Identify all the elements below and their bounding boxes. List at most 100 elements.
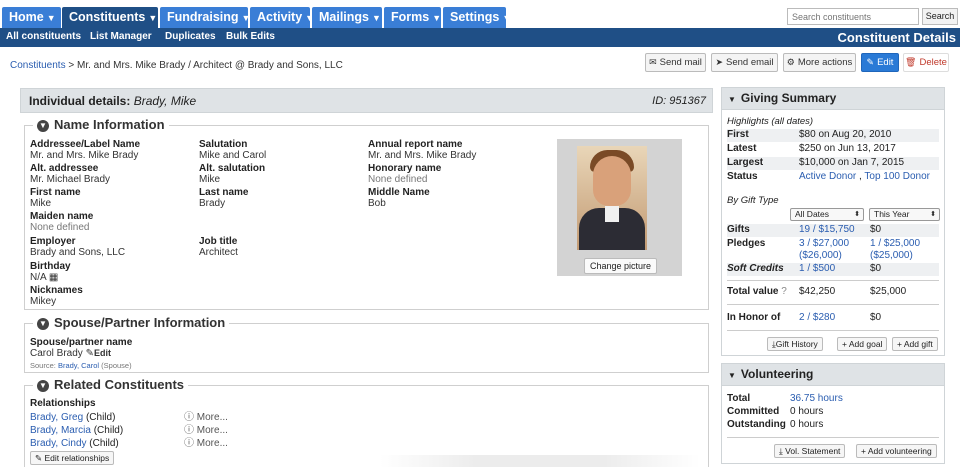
breadcrumb: Constituents > Mr. and Mrs. Mike Brady /… [10, 60, 343, 71]
spouse-source-link[interactable]: Brady, Carol [58, 361, 99, 370]
button-label: Send mail [659, 57, 702, 68]
tab-constituents[interactable]: Constituents ▼ [62, 7, 158, 28]
add-volunteering-button[interactable]: + Add volunteering [856, 444, 937, 458]
vol-statement-button[interactable]: ⤓ Vol. Statement [774, 444, 846, 458]
details-title: Individual details: Brady, Mike [29, 94, 196, 108]
field-value: None defined [30, 222, 90, 233]
select-value: All Dates [795, 209, 830, 219]
job-title-field: Job title Architect [199, 236, 238, 258]
add-goal-button[interactable]: + Add goal [837, 337, 888, 351]
vol-committed-row: Committed 0 hours [727, 406, 939, 419]
gifts-link[interactable]: 19 / $15,750 [799, 224, 855, 236]
soft-credits-link[interactable]: 1 / $500 [799, 263, 835, 275]
profile-photo [557, 139, 682, 276]
button-label: Gift History [775, 339, 818, 349]
row-label: Total value [727, 286, 779, 297]
edit-button[interactable]: ✎ Edit [861, 53, 899, 72]
row-label: Largest [727, 157, 764, 168]
change-picture-button[interactable]: Change picture [584, 258, 657, 274]
pledges-balance: ($26,000) [799, 250, 842, 261]
calendar-icon[interactable]: ▦ [49, 272, 58, 283]
field-label: Relationships [30, 398, 96, 409]
field-label: First name [30, 187, 81, 198]
add-gift-button[interactable]: + Add gift [892, 337, 938, 351]
tab-fundraising[interactable]: Fundraising ▼ [160, 7, 250, 28]
row-value: $80 on Aug 20, 2010 [799, 129, 892, 140]
spouse-edit-link[interactable]: Edit [94, 348, 111, 358]
tab-settings[interactable]: Settings ▼ [443, 7, 511, 28]
relationship-link[interactable]: Brady, Cindy [30, 438, 87, 449]
field-value: None defined [368, 174, 428, 185]
vol-total-link[interactable]: 36.75 hours [790, 393, 843, 405]
related-legend[interactable]: ▼ Related Constituents [33, 377, 189, 392]
field-value: Brady and Sons, LLC [30, 247, 126, 258]
breadcrumb-constituents-link[interactable]: Constituents [10, 60, 66, 71]
search-input[interactable] [787, 8, 919, 25]
subnav-duplicates[interactable]: Duplicates [165, 31, 216, 42]
row-value: $0 [870, 312, 882, 323]
in-honor-link[interactable]: 2 / $280 [799, 312, 835, 324]
spouse-legend[interactable]: ▼ Spouse/Partner Information [33, 315, 230, 330]
top-nav: Home ▼ Constituents ▼ Fundraising ▼ Activit… [0, 0, 960, 28]
giving-summary-header[interactable]: ▼ Giving Summary [721, 87, 945, 110]
pledges-row: Pledges 3 / $27,000 ($26,000) 1 / $25,000 ($… [727, 238, 939, 262]
row-label: Gifts [727, 224, 750, 235]
chevron-down-icon: ▼ [372, 13, 381, 23]
select-value: This Year [874, 209, 910, 219]
breadcrumb-current: > Mr. and Mrs. Mike Brady / Architect @ … [65, 60, 343, 71]
relationship-link[interactable]: Brady, Greg [30, 412, 83, 423]
search-button[interactable]: Search [922, 8, 958, 25]
field-value: Mr. Michael Brady [30, 174, 111, 185]
edit-relationships-button[interactable]: ✎ Edit relationships [30, 451, 115, 465]
gear-icon: ⚙ [786, 57, 795, 67]
sub-nav: All constituents List Manager Duplicates… [0, 28, 960, 47]
row-value: $42,250 [799, 286, 836, 297]
spouse-source: Source: Brady, Carol (Spouse) [30, 360, 132, 371]
status-active-donor-link[interactable]: Active Donor [799, 171, 856, 182]
alt-salutation-field: Alt. salutation Mike [199, 163, 265, 185]
field-value: Mike [199, 174, 221, 185]
panel-title: Volunteering [740, 367, 814, 381]
tab-activity[interactable]: Activity ▼ [250, 7, 314, 28]
pencil-icon: ✎ [866, 57, 875, 67]
last-name-field: Last name Brady [199, 187, 248, 209]
section-title: Spouse/Partner Information [54, 315, 226, 330]
envelope-icon: ✉ [649, 57, 657, 67]
date-range-select-2[interactable]: This Year ⬍ [869, 208, 940, 221]
pledges-year-balance: ($25,000) [870, 250, 913, 261]
date-range-select-1[interactable]: All Dates ⬍ [790, 208, 864, 221]
field-value: Brady [199, 198, 226, 209]
gift-history-button[interactable]: ⤓Gift History [767, 337, 823, 351]
row-value: $25,000 [870, 286, 907, 297]
help-icon[interactable]: ? [781, 286, 787, 297]
pencil-icon: ✎ [85, 348, 94, 359]
status-top-donor-link[interactable]: Top 100 Donor [864, 171, 930, 182]
relationship-more[interactable]: ⓘ More... [184, 425, 228, 436]
tab-home[interactable]: Home ▼ [2, 7, 61, 28]
relationship-type: (Child) [90, 425, 124, 436]
pledges-year-link[interactable]: 1 / $25,000 [870, 238, 920, 249]
relationship-link[interactable]: Brady, Marcia [30, 425, 91, 436]
tab-mailings[interactable]: Mailings ▼ [312, 7, 382, 28]
name-information-legend[interactable]: ▼ Name Information [33, 117, 169, 132]
more-actions-button[interactable]: ⚙ More actions [783, 53, 856, 72]
subnav-all-constituents[interactable]: All constituents [6, 31, 81, 42]
pledges-link[interactable]: 3 / $27,000 [799, 238, 849, 249]
constituent-name: Brady, Mike [133, 94, 197, 108]
delete-button[interactable]: 🗑 Delete [903, 53, 949, 72]
spouse-field: Spouse/partner name Carol Brady ✎Edit [30, 337, 132, 359]
by-gift-type-label: By Gift Type [727, 195, 779, 206]
tab-forms[interactable]: Forms ▼ [384, 7, 441, 28]
subnav-list-manager[interactable]: List Manager [90, 31, 152, 42]
send-mail-button[interactable]: ✉ Send mail [645, 53, 706, 72]
row-label: Committed [727, 406, 780, 417]
row-label: Pledges [727, 238, 766, 249]
subnav-bulk-edits[interactable]: Bulk Edits [226, 31, 275, 42]
relationship-row: Brady, Cindy (Child) [30, 438, 119, 449]
relationship-more[interactable]: ⓘ More... [184, 438, 228, 449]
volunteering-header[interactable]: ▼ Volunteering [721, 363, 945, 386]
birthday-field: Birthday N/A ▦ [30, 261, 71, 283]
relationship-more[interactable]: ⓘ More... [184, 412, 228, 423]
send-email-button[interactable]: ➤ Send email [711, 53, 778, 72]
field-label: Alt. salutation [199, 163, 266, 174]
